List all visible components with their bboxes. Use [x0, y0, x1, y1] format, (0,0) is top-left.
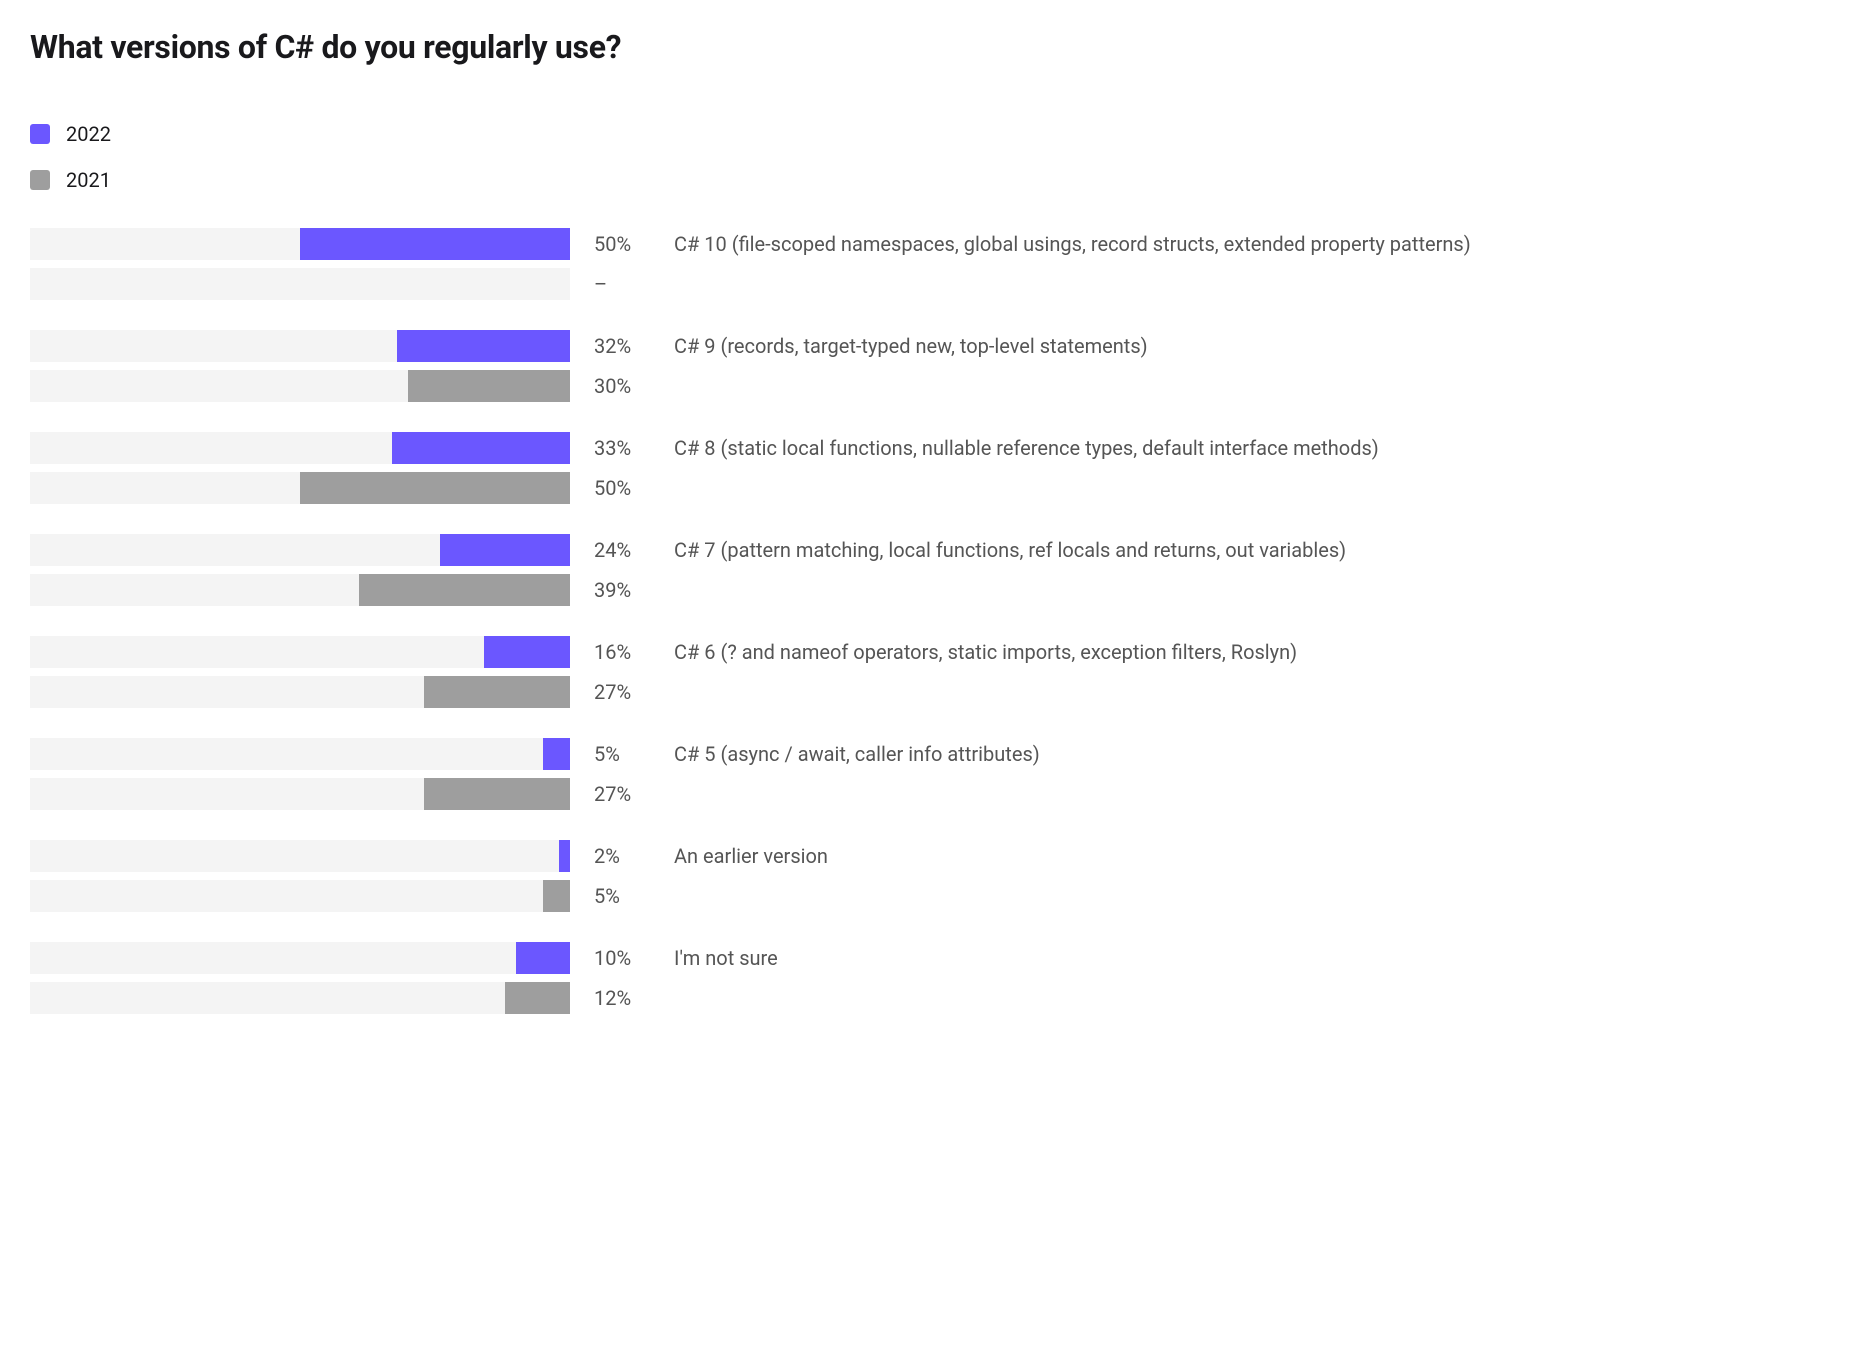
legend-swatch [30, 124, 50, 144]
bar-value: 5% [594, 738, 664, 770]
bar-track [30, 636, 570, 668]
values-column: 32%30% [570, 330, 664, 402]
legend-label: 2021 [66, 168, 111, 192]
chart-group: 32%30%C# 9 (records, target-typed new, t… [30, 330, 1834, 402]
legend-swatch [30, 170, 50, 190]
bars-column [30, 738, 570, 810]
bar-track [30, 534, 570, 566]
bar-value: 50% [594, 472, 664, 504]
values-column: 10%12% [570, 942, 664, 1014]
bar-value: 39% [594, 574, 664, 606]
bar-track [30, 268, 570, 300]
bar-fill [505, 982, 570, 1014]
bar-fill [300, 228, 570, 260]
bar-fill [516, 942, 570, 974]
category-label: C# 5 (async / await, caller info attribu… [664, 738, 1834, 770]
bar-fill [440, 534, 570, 566]
bar-fill [300, 472, 570, 504]
category-label: C# 9 (records, target-typed new, top-lev… [664, 330, 1834, 362]
chart-group: 10%12%I'm not sure [30, 942, 1834, 1014]
bars-column [30, 432, 570, 504]
bar-track [30, 432, 570, 464]
bar-track [30, 330, 570, 362]
bar-track [30, 574, 570, 606]
bar-track [30, 982, 570, 1014]
bar-track [30, 880, 570, 912]
bar-value: 30% [594, 370, 664, 402]
category-label: C# 6 (? and nameof operators, static imp… [664, 636, 1834, 668]
legend-item: 2021 [30, 168, 1834, 192]
bar-value: 33% [594, 432, 664, 464]
bar-fill [543, 738, 570, 770]
category-label: C# 7 (pattern matching, local functions,… [664, 534, 1834, 566]
bar-value: – [594, 268, 664, 300]
bars-column [30, 636, 570, 708]
values-column: 16%27% [570, 636, 664, 708]
bars-column [30, 534, 570, 606]
chart-group: 16%27%C# 6 (? and nameof operators, stat… [30, 636, 1834, 708]
bar-fill [543, 880, 570, 912]
bars-column [30, 228, 570, 300]
category-label: An earlier version [664, 840, 1834, 872]
bar-fill [559, 840, 570, 872]
category-label: I'm not sure [664, 942, 1834, 974]
chart-group: 2%5%An earlier version [30, 840, 1834, 912]
bar-track [30, 676, 570, 708]
bars-column [30, 942, 570, 1014]
bar-value: 12% [594, 982, 664, 1014]
values-column: 50% – [570, 228, 664, 300]
bar-track [30, 840, 570, 872]
legend-label: 2022 [66, 122, 111, 146]
bar-value: 50% [594, 228, 664, 260]
bar-track [30, 738, 570, 770]
chart-title: What versions of C# do you regularly use… [30, 28, 1834, 66]
bar-fill [484, 636, 570, 668]
bar-fill [424, 778, 570, 810]
bar-fill [408, 370, 570, 402]
bar-value: 16% [594, 636, 664, 668]
values-column: 24%39% [570, 534, 664, 606]
values-column: 33%50% [570, 432, 664, 504]
category-label: C# 8 (static local functions, nullable r… [664, 432, 1834, 464]
bar-value: 27% [594, 676, 664, 708]
chart-group: 5%27%C# 5 (async / await, caller info at… [30, 738, 1834, 810]
category-label: C# 10 (file-scoped namespaces, global us… [664, 228, 1834, 260]
chart-group: 24%39%C# 7 (pattern matching, local func… [30, 534, 1834, 606]
values-column: 2%5% [570, 840, 664, 912]
bar-track [30, 228, 570, 260]
bar-value: 5% [594, 880, 664, 912]
bar-value: 27% [594, 778, 664, 810]
bar-fill [359, 574, 570, 606]
legend-item: 2022 [30, 122, 1834, 146]
bar-fill [392, 432, 570, 464]
chart-area: 50% –C# 10 (file-scoped namespaces, globa… [30, 228, 1834, 1014]
chart-page: What versions of C# do you regularly use… [0, 0, 1864, 1104]
bars-column [30, 840, 570, 912]
bar-value: 24% [594, 534, 664, 566]
bar-track [30, 472, 570, 504]
values-column: 5%27% [570, 738, 664, 810]
bars-column [30, 330, 570, 402]
legend: 2022 2021 [30, 122, 1834, 192]
bar-track [30, 370, 570, 402]
chart-group: 33%50%C# 8 (static local functions, null… [30, 432, 1834, 504]
bar-fill [397, 330, 570, 362]
chart-group: 50% –C# 10 (file-scoped namespaces, globa… [30, 228, 1834, 300]
bar-track [30, 942, 570, 974]
bar-track [30, 778, 570, 810]
bar-value: 2% [594, 840, 664, 872]
bar-fill [424, 676, 570, 708]
bar-value: 10% [594, 942, 664, 974]
bar-value: 32% [594, 330, 664, 362]
